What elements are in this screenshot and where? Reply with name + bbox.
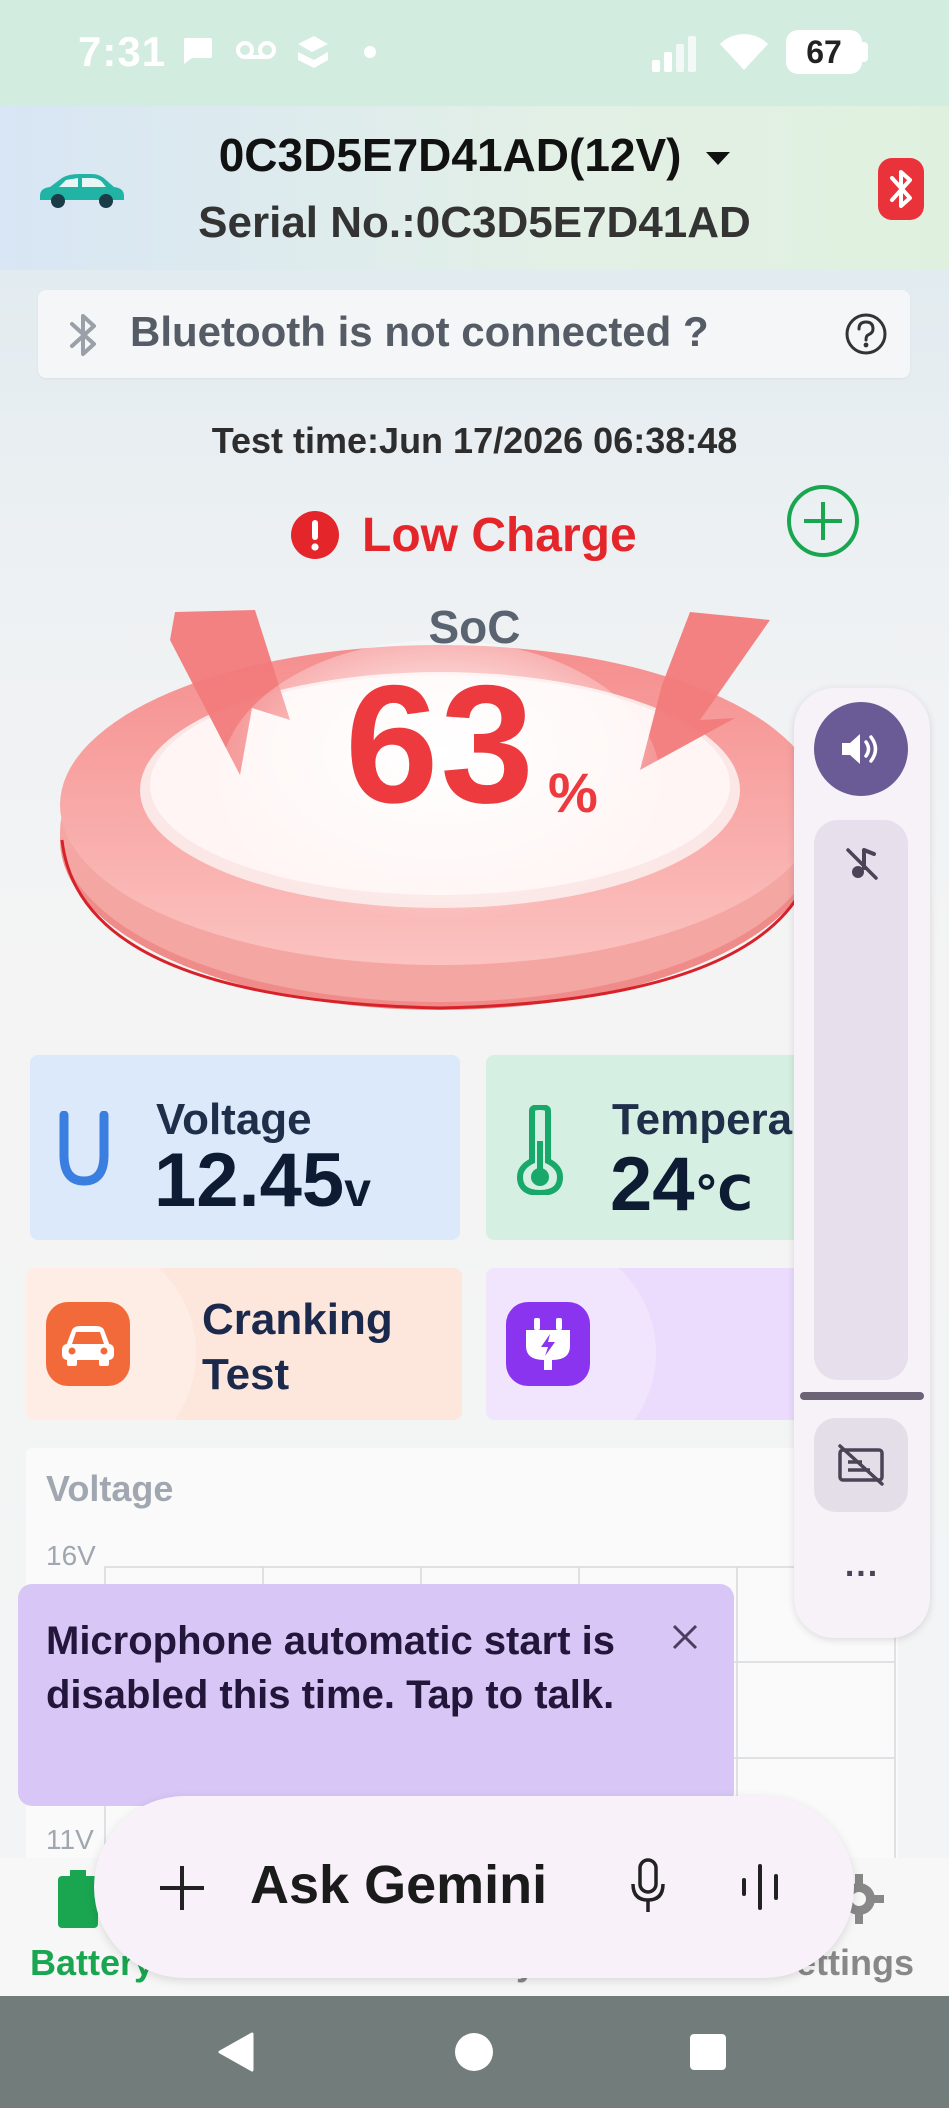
alert-icon (291, 511, 339, 559)
voltage-card[interactable]: Voltage 12.45v (30, 1055, 460, 1240)
bluetooth-badge-icon[interactable] (878, 158, 924, 220)
more-options[interactable]: ... (794, 1546, 930, 1585)
bluetooth-banner[interactable]: Bluetooth is not connected ? (38, 290, 910, 378)
temperature-unit: ℃ (694, 1168, 753, 1221)
charging-plug-icon (526, 1318, 570, 1370)
soc-label: SoC (428, 601, 521, 653)
cranking-test-button[interactable]: Cranking Test (26, 1268, 462, 1420)
status-bar: 7:31 67 (0, 0, 949, 106)
microphone-tooltip[interactable]: Microphone automatic start is disabled t… (18, 1584, 734, 1806)
voltage-unit: v (344, 1164, 371, 1217)
temperature-label: Tempera (612, 1095, 793, 1144)
thermometer-icon (516, 1105, 564, 1195)
cranking-line2: Test (202, 1350, 290, 1399)
voicemail-icon (236, 41, 276, 59)
wifi-icon (720, 34, 768, 70)
waveform-icon[interactable] (738, 1862, 782, 1912)
test-time: Test time:Jun 17/2026 06:38:48 (211, 420, 738, 461)
add-circle-icon[interactable] (786, 484, 860, 558)
recents-icon[interactable] (688, 2032, 728, 2072)
voltage-icon (59, 1111, 109, 1186)
volume-divider (800, 1392, 924, 1400)
microphone-icon[interactable] (630, 1858, 666, 1916)
status-time: 7:31 (78, 28, 167, 75)
device-selector[interactable]: 0C3D5E7D41AD(12V) (0, 128, 949, 182)
tooltip-message: Microphone automatic start is disabled t… (46, 1619, 615, 1717)
bluetooth-status-text: Bluetooth is not connected ? (130, 308, 709, 355)
stack-icon (298, 36, 328, 68)
charge-status-label: Low Charge (362, 509, 637, 562)
temperature-value: 24℃ (610, 1141, 753, 1228)
device-name: 0C3D5E7D41AD(12V) (218, 129, 682, 181)
bluetooth-icon (70, 314, 96, 356)
car-icon (62, 1326, 114, 1366)
live-caption-button[interactable] (814, 1418, 908, 1512)
signal-icon (652, 36, 696, 72)
battery-level: 67 (786, 30, 862, 74)
captions-off-icon (838, 1444, 884, 1486)
help-icon[interactable] (844, 312, 888, 356)
gemini-bar[interactable]: Ask Gemini (94, 1796, 854, 1978)
volume-button[interactable] (814, 702, 908, 796)
temperature-number: 24 (610, 1142, 695, 1227)
cranking-icon-box (46, 1302, 130, 1386)
soc-value: 63 (345, 650, 536, 838)
ask-gemini-label: Ask Gemini (250, 1855, 548, 1915)
back-icon[interactable] (214, 2030, 258, 2074)
chat-bubble-icon (184, 38, 212, 64)
y-tick-bottom: 11V (46, 1824, 94, 1855)
music-muted-icon (846, 848, 878, 880)
app-header: 0C3D5E7D41AD(12V) Serial No.:0C3D5E7D41A… (0, 106, 949, 270)
y-tick-top: 16V (46, 1540, 96, 1571)
speaker-icon (842, 734, 878, 764)
voltage-value: 12.45v (154, 1137, 371, 1224)
home-icon[interactable] (452, 2030, 496, 2074)
soc-unit: % (548, 761, 598, 824)
system-navigation (0, 1996, 949, 2108)
serial-number: Serial No.:0C3D5E7D41AD (198, 198, 751, 247)
volume-slider[interactable] (814, 820, 908, 1380)
dropdown-caret-icon (706, 151, 731, 165)
voltage-number: 12.45 (154, 1138, 345, 1223)
plus-icon[interactable] (158, 1864, 206, 1912)
close-icon[interactable] (670, 1622, 700, 1652)
dot-icon (364, 46, 376, 58)
battery-icon (862, 42, 868, 62)
chart-title: Voltage (46, 1468, 174, 1509)
charging-icon-box (506, 1302, 590, 1386)
cranking-test-label: Cranking Test (202, 1292, 393, 1402)
volume-panel: ... (794, 688, 930, 1638)
cranking-line1: Cranking (202, 1295, 393, 1344)
